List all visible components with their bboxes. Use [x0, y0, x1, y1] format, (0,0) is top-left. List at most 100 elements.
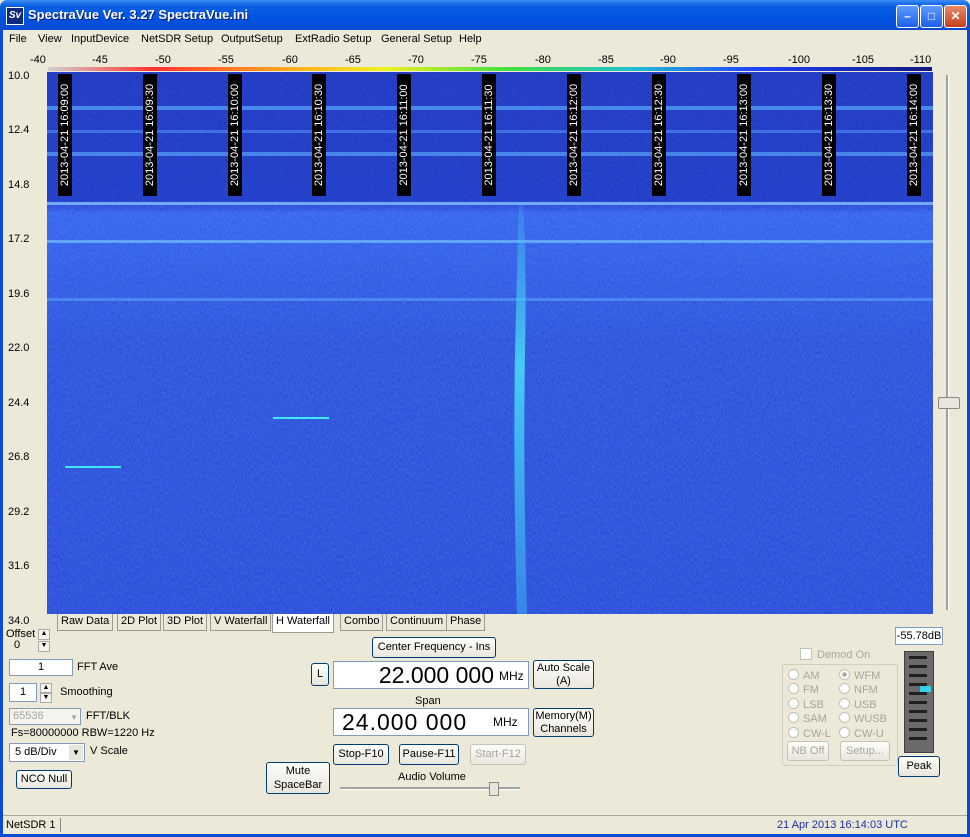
timestamp-marker: 2013-04-21 16:11:00 — [397, 74, 411, 196]
dropdown-arrow-icon: ▼ — [70, 713, 78, 722]
center-frequency-button[interactable]: Center Frequency - Ins — [372, 637, 496, 658]
demod-radio-usb[interactable]: USB — [839, 698, 877, 711]
db-tick: -80 — [535, 54, 551, 66]
db-tick: -105 — [852, 54, 875, 66]
tab-combo[interactable]: Combo — [340, 614, 384, 631]
timestamp-marker: 2013-04-21 16:12:00 — [567, 74, 581, 196]
audio-volume-slider[interactable] — [489, 782, 499, 796]
memory-channels-button[interactable]: Memory(M) Channels — [533, 708, 594, 737]
status-bar: NetSDR 1 21 Apr 2013 16:14:03 UTC — [3, 815, 967, 835]
offset-spin-up[interactable]: ▲ — [38, 629, 50, 640]
menu-view[interactable]: View — [38, 33, 62, 45]
range-slider-track — [946, 75, 949, 610]
mute-button[interactable]: Mute SpaceBar — [266, 762, 330, 794]
meter-level-bar — [920, 685, 931, 692]
nco-null-button[interactable]: NCO Null — [16, 770, 72, 789]
close-button[interactable]: ✕ — [944, 5, 967, 28]
window-frame-left — [0, 30, 3, 837]
window-title: SpectraVue Ver. 3.27 SpectraVue.ini — [28, 7, 249, 22]
demod-on-checkbox[interactable]: Demod On — [800, 648, 870, 661]
audio-volume-label: Audio Volume — [398, 771, 466, 783]
signal-level-readout: -55.78dB — [895, 627, 943, 645]
tab-3d-plot[interactable]: 3D Plot — [163, 614, 208, 631]
checkbox-box — [800, 648, 812, 660]
fft-ave-label: FFT Ave — [77, 661, 119, 673]
frequency-tick: 26.8 — [8, 451, 30, 463]
demod-radio-sam[interactable]: SAM — [788, 712, 827, 725]
timestamp-marker: 2013-04-21 16:09:30 — [143, 74, 157, 196]
nb-off-button[interactable]: NB Off — [787, 741, 829, 761]
smoothing-spin-down[interactable]: ▼ — [40, 693, 52, 703]
demod-radio-wusb[interactable]: WUSB — [839, 712, 887, 725]
menu-netsdr-setup[interactable]: NetSDR Setup — [141, 33, 213, 45]
db-tick: -75 — [471, 54, 487, 66]
stop-button[interactable]: Stop-F10 — [333, 744, 389, 765]
range-slider-thumb[interactable] — [938, 397, 960, 409]
maximize-button[interactable]: □ — [920, 5, 943, 28]
timestamp-marker: 2013-04-21 16:11:30 — [482, 74, 496, 196]
app-icon[interactable]: Sv — [6, 7, 24, 25]
vscale-select[interactable]: 5 dB/Div ▼ — [9, 743, 85, 762]
db-tick: -60 — [282, 54, 298, 66]
timestamp-label: 2013-04-21 16:12:00 — [568, 83, 580, 187]
frequency-tick: 12.4 — [8, 124, 30, 136]
start-button[interactable]: Start-F12 — [470, 744, 526, 765]
demod-setup-button[interactable]: Setup... — [840, 741, 890, 761]
timestamp-label: 2013-04-21 16:11:30 — [483, 84, 495, 186]
menu-extradio-setup[interactable]: ExtRadio Setup — [295, 33, 371, 45]
timestamp-label: 2013-04-21 16:10:00 — [229, 83, 241, 187]
fs-info: Fs=80000000 RBW=1220 Hz — [11, 727, 155, 739]
fft-blk-label: FFT/BLK — [86, 710, 131, 722]
dropdown-arrow-icon: ▼ — [69, 745, 83, 760]
menu-outputsetup[interactable]: OutputSetup — [221, 33, 283, 45]
demod-radio-am[interactable]: AM — [788, 669, 820, 682]
timestamp-marker: 2013-04-21 16:12:30 — [652, 74, 666, 196]
center-frequency-unit: MHz — [499, 669, 524, 683]
pause-button[interactable]: Pause-F11 — [399, 744, 459, 765]
fft-blk-select[interactable]: 65536 ▼ — [9, 708, 81, 725]
tab-2d-plot[interactable]: 2D Plot — [117, 614, 162, 631]
demod-radio-wfm[interactable]: WFM — [839, 669, 880, 682]
tab-h-waterfall[interactable]: H Waterfall — [272, 614, 334, 633]
db-tick: -95 — [723, 54, 739, 66]
demod-on-label: Demod On — [817, 649, 871, 661]
auto-scale-button[interactable]: Auto Scale (A) — [533, 660, 594, 689]
color-scale-bar — [48, 67, 932, 71]
menu-file[interactable]: File — [9, 33, 27, 45]
demod-radio-lsb[interactable]: LSB — [788, 698, 824, 711]
menu-help[interactable]: Help — [459, 33, 482, 45]
span-label: Span — [415, 695, 441, 707]
tab-v-waterfall[interactable]: V Waterfall — [210, 614, 272, 631]
timestamp-marker: 2013-04-21 16:14:00 — [907, 74, 921, 196]
menu-inputdevice[interactable]: InputDevice — [71, 33, 129, 45]
menu-general-setup[interactable]: General Setup — [381, 33, 452, 45]
status-divider — [60, 818, 61, 832]
minimize-button[interactable]: – — [896, 5, 919, 28]
status-datetime: 21 Apr 2013 16:14:03 UTC — [777, 819, 908, 831]
offset-value[interactable]: 0 — [8, 639, 36, 653]
peak-button[interactable]: Peak — [898, 756, 940, 777]
smoothing-spin-up[interactable]: ▲ — [40, 683, 52, 693]
smoothing-input[interactable]: 1 — [9, 683, 37, 702]
db-tick: -110 — [910, 54, 932, 66]
timestamp-label: 2013-04-21 16:10:30 — [313, 83, 325, 187]
tab-raw-data[interactable]: Raw Data — [57, 614, 114, 631]
tab-continuum[interactable]: Continuum — [386, 614, 448, 631]
offset-spin-down[interactable]: ▼ — [38, 641, 50, 652]
vscale-label: V Scale — [90, 745, 128, 757]
frequency-tick: 17.2 — [8, 233, 30, 245]
l-button[interactable]: L — [311, 663, 329, 686]
demod-radio-cw-u[interactable]: CW-U — [839, 727, 884, 740]
frequency-tick: 24.4 — [8, 397, 30, 409]
frequency-tick: 22.0 — [8, 342, 30, 354]
frequency-tick: 34.0 — [8, 615, 30, 627]
fft-ave-input[interactable]: 1 — [9, 659, 73, 676]
frequency-tick: 31.6 — [8, 560, 30, 572]
tab-phase[interactable]: Phase — [446, 614, 486, 631]
demod-radio-cw-l[interactable]: CW-L — [788, 727, 831, 740]
demod-radio-fm[interactable]: FM — [788, 683, 819, 696]
frequency-tick: 19.6 — [8, 288, 30, 300]
db-tick: -55 — [218, 54, 234, 66]
demod-radio-nfm[interactable]: NFM — [839, 683, 878, 696]
timestamp-marker: 2013-04-21 16:13:00 — [737, 74, 751, 196]
